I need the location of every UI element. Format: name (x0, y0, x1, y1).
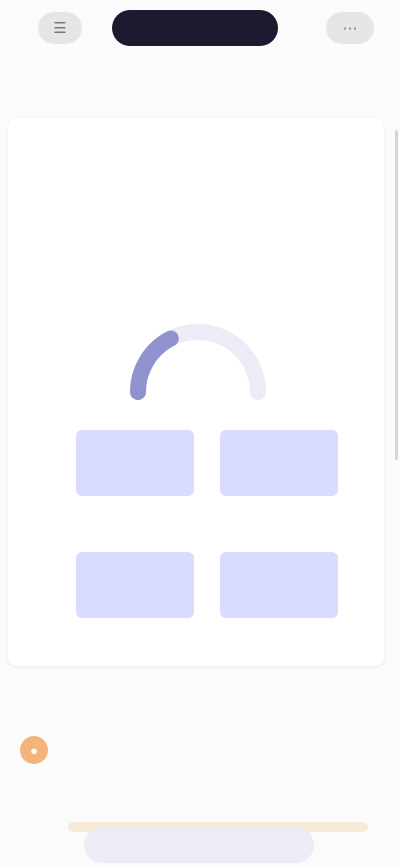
metric-3[interactable] (76, 538, 194, 618)
menu-icon[interactable]: ☰ (38, 12, 82, 44)
metric-value (220, 552, 338, 618)
gauge-fill (130, 330, 179, 400)
top-bar: ☰ ⋯ (0, 0, 400, 60)
scrollbar[interactable] (395, 130, 398, 460)
metric-2[interactable] (220, 416, 338, 496)
progress-gauge (130, 324, 266, 400)
metric-1[interactable] (76, 416, 194, 496)
avatar-icon: ● (20, 736, 48, 764)
summary-card (8, 118, 384, 666)
feed-item[interactable]: ● (12, 728, 388, 832)
metric-value (76, 552, 194, 618)
header-pill[interactable] (112, 10, 278, 46)
metric-4[interactable] (220, 538, 338, 618)
bottom-action-button[interactable] (84, 827, 314, 863)
metric-value (76, 430, 194, 496)
tab-row (0, 62, 400, 106)
more-icon[interactable]: ⋯ (326, 12, 374, 44)
metric-value (220, 430, 338, 496)
